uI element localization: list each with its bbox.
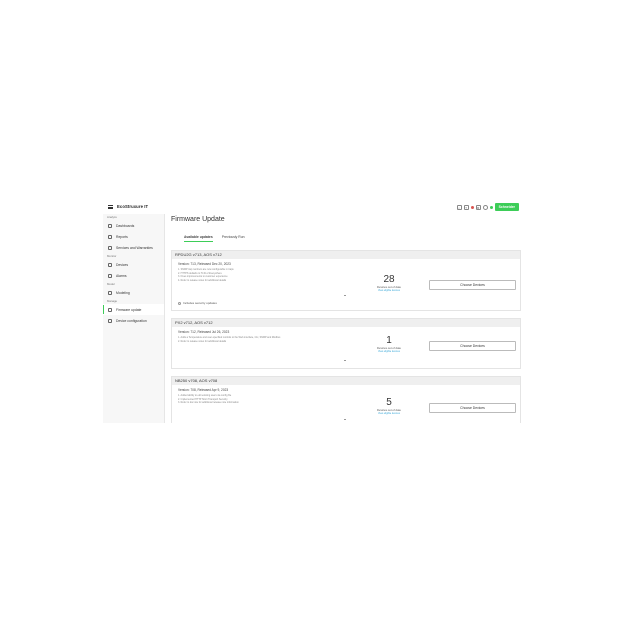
sidebar-item-modeling[interactable]: Modeling	[103, 287, 164, 298]
user-icon[interactable]	[482, 204, 488, 210]
schneider-logo: Schneider	[494, 203, 519, 211]
sidebar-item-dashboards[interactable]: Dashboards	[103, 220, 164, 231]
top-bar: EcoStruxure IT ⌕ ? ⚙ Schneider	[103, 200, 522, 214]
sidebar-item-label: Dashboards	[116, 223, 135, 228]
divider	[344, 360, 346, 361]
tab-available-updates[interactable]: Available updates	[184, 235, 213, 242]
release-notes: 1. SNMP trap numbers are now configurabl…	[178, 268, 234, 282]
sidebar-item-device-configuration[interactable]: Device configuration	[103, 315, 164, 326]
card-title: PX2 v712, AOS v712	[172, 319, 520, 327]
sidebar-item-label: Devices	[116, 262, 129, 267]
shield-icon	[178, 301, 181, 305]
device-count: 28	[383, 274, 395, 285]
alarm-icon	[108, 273, 112, 278]
menu-icon[interactable]	[108, 204, 113, 209]
release-note: 2. Refer to release notes for additional…	[178, 339, 227, 343]
brand-name: EcoStruxure IT	[117, 204, 149, 209]
view-eligible-link[interactable]: View eligible devices	[372, 350, 406, 353]
sidebar-item-label: Reports	[116, 234, 128, 239]
sidebar: Analyze Dashboards Reports Services and …	[103, 214, 165, 423]
choose-devices-button[interactable]: Choose Devices	[429, 403, 516, 413]
card-version: Version: 712, Released Jul 26, 2023	[178, 330, 230, 334]
card-version: Version: 708, Released Apr 9, 2023	[178, 388, 229, 392]
firmware-icon	[108, 307, 112, 312]
release-notes: 1. Adds a Temperature and user-specified…	[178, 336, 280, 343]
device-icon	[108, 262, 112, 267]
card-version: Version: 713, Released Dec 20, 2023	[178, 262, 231, 266]
release-notes: 1. Added ability to edit existing users …	[178, 394, 239, 405]
release-note: 3. Refer to doc site for additional rele…	[178, 401, 239, 405]
config-icon	[108, 318, 112, 323]
tab-bar: Available updates Previously Run	[184, 235, 245, 242]
firmware-card: RPDU2G v713, AOS v712 Version: 713, Rele…	[171, 250, 521, 311]
page-title: Firmware Update	[171, 216, 225, 223]
sidebar-item-label: Device configuration	[116, 318, 147, 323]
search-icon[interactable]: ⌕	[456, 204, 462, 210]
services-icon	[108, 245, 112, 250]
choose-devices-button[interactable]: Choose Devices	[429, 341, 516, 351]
sidebar-item-firmware-update[interactable]: Firmware update	[103, 304, 164, 315]
security-label: Includes security updates	[183, 301, 217, 305]
sidebar-item-alarms[interactable]: Alarms	[103, 270, 164, 281]
app-window: EcoStruxure IT ⌕ ? ⚙ Schneider Analyze D…	[103, 200, 522, 423]
release-note: 4. Refer to release notes for additional…	[178, 278, 227, 282]
help-icon[interactable]: ?	[463, 204, 469, 210]
sidebar-item-services[interactable]: Services and Warranties	[103, 242, 164, 253]
view-eligible-link[interactable]: View eligible devices	[372, 412, 406, 415]
divider	[344, 419, 346, 420]
device-count: 1	[386, 335, 392, 346]
settings-icon[interactable]: ⚙	[475, 204, 481, 210]
sidebar-item-label: Alarms	[116, 273, 127, 278]
sidebar-item-reports[interactable]: Reports	[103, 231, 164, 242]
out-of-date-stat: 1 Devices out of date View eligible devi…	[372, 335, 406, 353]
view-eligible-link[interactable]: View eligible devices	[372, 289, 406, 292]
report-icon	[108, 234, 112, 239]
tab-previously-run[interactable]: Previously Run	[222, 235, 245, 242]
dashboard-icon	[108, 223, 112, 228]
sidebar-item-label: Services and Warranties	[116, 245, 153, 250]
firmware-card: NB250 v708, AOS v708 Version: 708, Relea…	[171, 376, 521, 423]
sidebar-item-label: Modeling	[116, 290, 130, 295]
out-of-date-stat: 5 Devices out of date View eligible devi…	[372, 397, 406, 415]
status-icon	[489, 205, 493, 209]
sidebar-item-label: Firmware update	[116, 307, 142, 312]
device-count: 5	[386, 397, 392, 408]
security-updates: Includes security updates	[178, 301, 217, 305]
main-content: Firmware Update Available updates Previo…	[171, 214, 522, 423]
firmware-card: PX2 v712, AOS v712 Version: 712, Release…	[171, 318, 521, 369]
bell-icon[interactable]	[470, 205, 474, 209]
card-title: RPDU2G v713, AOS v712	[172, 251, 520, 259]
out-of-date-stat: 28 Devices out of date View eligible dev…	[372, 274, 406, 292]
divider	[344, 295, 346, 296]
brand: EcoStruxure IT	[108, 204, 148, 209]
choose-devices-button[interactable]: Choose Devices	[429, 280, 516, 290]
modeling-icon	[108, 290, 112, 295]
sidebar-item-devices[interactable]: Devices	[103, 259, 164, 270]
card-title: NB250 v708, AOS v708	[172, 377, 520, 385]
top-icons: ⌕ ? ⚙ Schneider	[456, 203, 519, 211]
